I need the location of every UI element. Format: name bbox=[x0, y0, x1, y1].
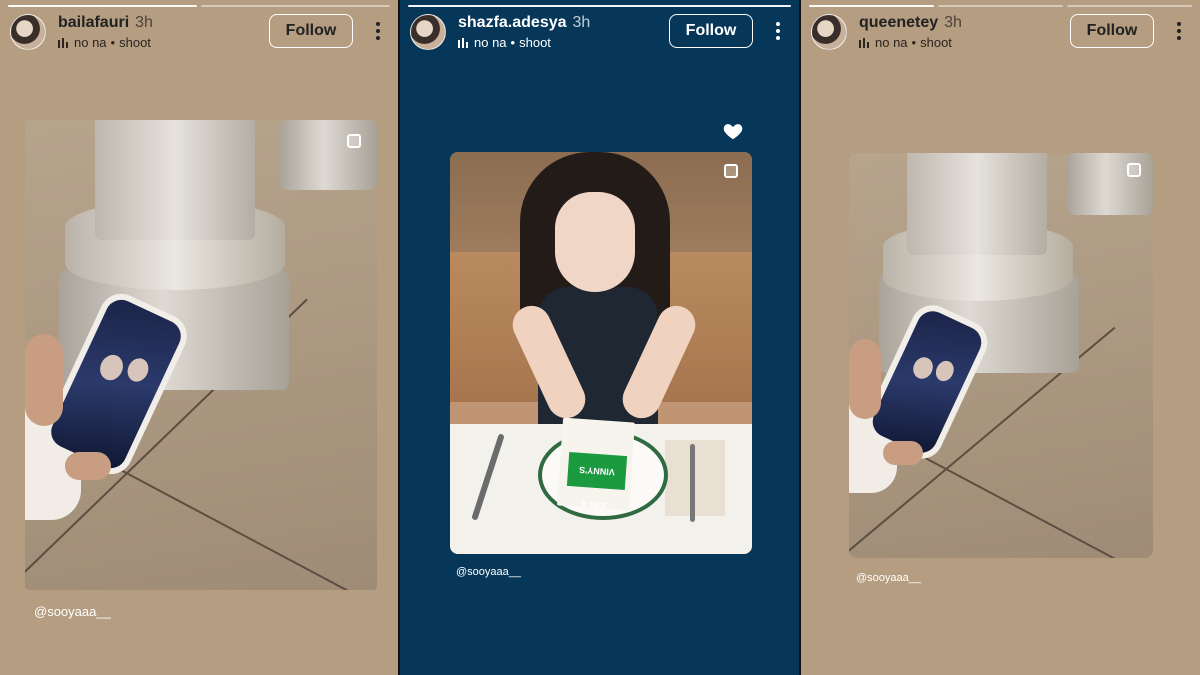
restaurant-logo-text: JON & VINNY'S bbox=[578, 464, 616, 511]
story-header: bailafauri 3h no na • shoot Follow bbox=[10, 14, 388, 54]
avatar[interactable] bbox=[10, 14, 46, 50]
music-detail: shoot bbox=[119, 35, 151, 50]
music-separator: • bbox=[911, 35, 917, 50]
follow-button[interactable]: Follow bbox=[269, 14, 353, 48]
music-bars-icon bbox=[58, 37, 70, 48]
avatar[interactable] bbox=[811, 14, 847, 50]
follow-button[interactable]: Follow bbox=[669, 14, 753, 48]
story-header: shazfa.adesya 3h no na • shoot Follow bbox=[410, 14, 789, 54]
restaurant-logo: JON & VINNY'S bbox=[566, 452, 628, 511]
multi-select-icon bbox=[347, 134, 361, 148]
pavement-scene bbox=[25, 120, 377, 590]
mention-tag[interactable]: @sooyaaa__ bbox=[456, 566, 521, 578]
music-separator: • bbox=[110, 35, 116, 50]
music-separator: • bbox=[510, 35, 516, 50]
username[interactable]: queenetey bbox=[859, 14, 938, 31]
story-panel-shazfa-adesya[interactable]: shazfa.adesya 3h no na • shoot Follow JO… bbox=[400, 0, 799, 675]
story-photo bbox=[849, 153, 1153, 558]
progress-segment bbox=[408, 5, 791, 7]
story-photo: JON & VINNY'S bbox=[450, 152, 752, 554]
story-age: 3h bbox=[135, 14, 153, 31]
music-info[interactable]: no na • shoot bbox=[58, 35, 151, 50]
progress-segment bbox=[938, 5, 1063, 7]
avatar[interactable] bbox=[410, 14, 446, 50]
music-bars-icon bbox=[859, 37, 871, 48]
restaurant-scene: JON & VINNY'S bbox=[450, 152, 752, 554]
heart-icon[interactable] bbox=[722, 120, 744, 142]
more-vertical-icon[interactable] bbox=[1173, 20, 1185, 42]
username[interactable]: bailafauri bbox=[58, 14, 129, 31]
username[interactable]: shazfa.adesya bbox=[458, 14, 567, 31]
story-panel-bailafauri[interactable]: bailafauri 3h no na • shoot Follow @sooy… bbox=[0, 0, 398, 675]
progress-segment bbox=[809, 5, 934, 7]
username-label[interactable]: bailafauri 3h bbox=[58, 14, 153, 32]
story-progress bbox=[809, 5, 1192, 7]
username-label[interactable]: queenetey 3h bbox=[859, 14, 962, 32]
story-photo bbox=[25, 120, 377, 590]
music-track: no na bbox=[474, 35, 507, 50]
pavement-scene bbox=[849, 153, 1153, 558]
username-label[interactable]: shazfa.adesya 3h bbox=[458, 14, 590, 32]
story-age: 3h bbox=[944, 14, 962, 31]
mention-tag[interactable]: @sooyaaa__ bbox=[34, 604, 111, 619]
music-detail: shoot bbox=[519, 35, 551, 50]
music-track: no na bbox=[74, 35, 107, 50]
story-age: 3h bbox=[572, 14, 591, 31]
multi-select-icon bbox=[1127, 163, 1141, 177]
more-vertical-icon[interactable] bbox=[372, 20, 384, 42]
multi-select-icon bbox=[724, 164, 738, 178]
follow-button[interactable]: Follow bbox=[1070, 14, 1154, 48]
story-header: queenetey 3h no na • shoot Follow bbox=[811, 14, 1190, 54]
story-progress bbox=[8, 5, 390, 7]
music-info[interactable]: no na • shoot bbox=[458, 35, 551, 50]
music-bars-icon bbox=[458, 37, 470, 48]
progress-segment bbox=[1067, 5, 1192, 7]
music-info[interactable]: no na • shoot bbox=[859, 35, 952, 50]
mention-tag[interactable]: @sooyaaa__ bbox=[856, 572, 921, 584]
music-detail: shoot bbox=[920, 35, 952, 50]
story-panel-queenetey[interactable]: queenetey 3h no na • shoot Follow @sooya… bbox=[801, 0, 1200, 675]
progress-segment bbox=[201, 5, 390, 7]
more-vertical-icon[interactable] bbox=[772, 20, 784, 42]
story-progress bbox=[408, 5, 791, 7]
progress-segment bbox=[8, 5, 197, 7]
music-track: no na bbox=[875, 35, 908, 50]
